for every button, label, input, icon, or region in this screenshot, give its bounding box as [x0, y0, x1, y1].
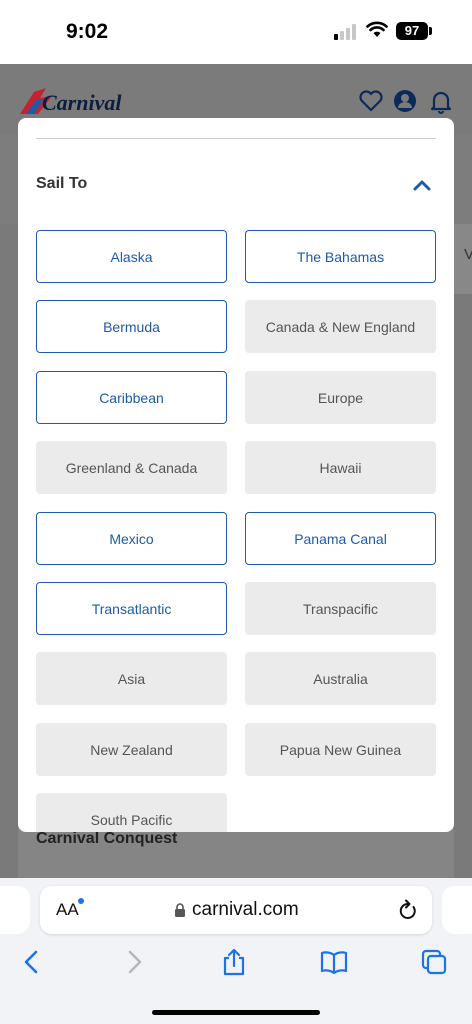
chevron-up-icon[interactable] [411, 174, 433, 196]
sail-to-heading: Sail To [36, 175, 88, 192]
destination-option-alaska[interactable]: Alaska [36, 230, 227, 283]
destination-option-canada-new-england[interactable]: Canada & New England [245, 300, 436, 353]
site-logo-text[interactable]: Carnival [42, 90, 121, 116]
destination-option-bermuda[interactable]: Bermuda [36, 300, 227, 353]
destination-option-panama-canal[interactable]: Panama Canal [245, 512, 436, 565]
battery-indicator: 97 [396, 22, 428, 40]
destination-option-transatlantic[interactable]: Transatlantic [36, 582, 227, 635]
reload-icon[interactable] [398, 899, 418, 921]
favorites-heart-icon[interactable] [358, 88, 384, 114]
lock-icon [175, 903, 185, 917]
modal-divider [36, 138, 436, 139]
background-partial-text: V [464, 246, 472, 263]
destination-option-papua-new-guinea[interactable]: Papua New Guinea [245, 723, 436, 776]
url-text[interactable]: carnival.com [192, 899, 299, 921]
destination-option-caribbean[interactable]: Caribbean [36, 371, 227, 424]
background-ship-title: Carnival Conquest [36, 830, 178, 847]
destination-option-south-pacific[interactable]: South Pacific [36, 793, 227, 832]
destination-option-europe[interactable]: Europe [245, 371, 436, 424]
share-icon[interactable] [220, 948, 248, 976]
destination-option-hawaii[interactable]: Hawaii [245, 441, 436, 494]
bookmarks-book-icon[interactable] [320, 948, 348, 976]
battery-tip [429, 27, 432, 35]
cellular-signal-icon [334, 24, 360, 40]
destination-option-transpacific[interactable]: Transpacific [245, 582, 436, 635]
destination-option-mexico[interactable]: Mexico [36, 512, 227, 565]
tabs-overview-icon[interactable] [420, 948, 448, 976]
destination-option-the-bahamas[interactable]: The Bahamas [245, 230, 436, 283]
wifi-icon [366, 21, 388, 37]
text-size-button[interactable]: AA [56, 900, 79, 920]
destination-option-asia[interactable]: Asia [36, 652, 227, 705]
notifications-bell-icon[interactable] [428, 88, 454, 114]
status-bar: 9:02 97 [0, 0, 472, 64]
destination-option-australia[interactable]: Australia [245, 652, 436, 705]
destination-option-greenland-canada[interactable]: Greenland & Canada [36, 441, 227, 494]
back-arrow-icon[interactable] [18, 948, 46, 976]
next-tab-edge[interactable] [442, 886, 472, 934]
status-time: 9:02 [66, 20, 109, 43]
forward-arrow-icon[interactable] [120, 948, 148, 976]
home-indicator [152, 1010, 320, 1015]
previous-tab-edge[interactable] [0, 886, 30, 934]
sail-to-filter-modal: Sail To Alaska The Bahamas Bermuda Canad… [18, 118, 454, 832]
account-user-icon[interactable] [392, 88, 418, 114]
text-size-indicator-dot [78, 898, 84, 904]
destination-option-new-zealand[interactable]: New Zealand [36, 723, 227, 776]
